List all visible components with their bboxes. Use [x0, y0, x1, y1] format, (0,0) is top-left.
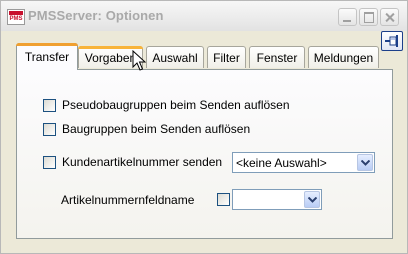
options-window: PMS PMSServer: Optionen Transfer Vorgabe…	[0, 0, 408, 254]
mouse-cursor-icon	[132, 50, 146, 71]
kundenart-label: Kundenartikelnummer senden	[62, 155, 223, 169]
app-icon: PMS	[7, 9, 25, 25]
baugruppen-row: Baugruppen beim Senden auflösen	[43, 122, 250, 136]
chevron-down-icon[interactable]	[304, 191, 320, 208]
feldname-select[interactable]	[232, 189, 322, 210]
tab-transfer[interactable]: Transfer	[16, 43, 78, 70]
pseudo-row: Pseudobaugruppen beim Senden auflösen	[43, 98, 290, 112]
app-icon-text: PMS	[9, 16, 23, 22]
pin-icon[interactable]	[381, 31, 403, 51]
feldname-checkbox[interactable]	[217, 193, 230, 206]
window-title: PMSServer: Optionen	[28, 8, 164, 23]
title-bar[interactable]: PMS PMSServer: Optionen	[1, 1, 407, 31]
tab-auswahl[interactable]: Auswahl	[146, 46, 204, 68]
pseudo-label: Pseudobaugruppen beim Senden auflösen	[62, 98, 290, 112]
tab-fenster[interactable]: Fenster	[249, 46, 305, 68]
tab-filter[interactable]: Filter	[207, 46, 246, 68]
kundenart-checkbox[interactable]	[43, 155, 56, 169]
close-icon[interactable]	[380, 8, 399, 26]
kundenart-select-value: <keine Auswahl>	[236, 156, 327, 170]
feldname-label-row: Artikelnummernfeldname	[61, 193, 194, 207]
minimize-icon[interactable]	[338, 8, 357, 26]
tab-meldungen[interactable]: Meldungen	[308, 46, 379, 68]
baugruppen-checkbox[interactable]	[43, 122, 56, 136]
chevron-down-icon[interactable]	[357, 154, 373, 171]
maximize-icon[interactable]	[359, 8, 378, 26]
baugruppen-label: Baugruppen beim Senden auflösen	[62, 122, 251, 136]
feldname-label: Artikelnummernfeldname	[61, 193, 195, 207]
feldname-checkbox-row	[217, 193, 230, 206]
pseudo-checkbox[interactable]	[43, 98, 56, 112]
kundenart-row: Kundenartikelnummer senden	[43, 155, 222, 169]
kundenart-select[interactable]: <keine Auswahl>	[232, 152, 375, 173]
